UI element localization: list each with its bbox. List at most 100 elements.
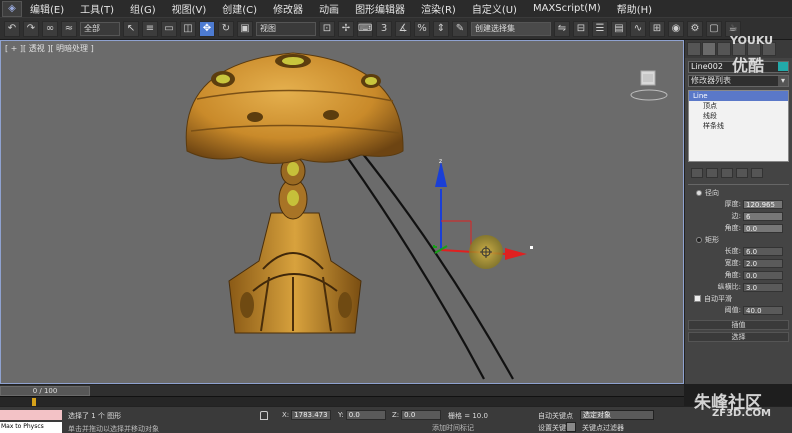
undo-icon[interactable]: ↶ <box>4 20 20 37</box>
modifier-stack: Line 顶点 线段 样条线 <box>688 90 789 162</box>
layer-manager-icon[interactable]: ☰ <box>592 20 608 37</box>
selection-rollout[interactable]: 选择 <box>688 332 789 342</box>
track-bar[interactable] <box>0 396 684 406</box>
autosmooth-option[interactable]: 自动平滑 <box>688 293 789 304</box>
render-setup-icon[interactable]: ⚙ <box>687 20 703 37</box>
object-color-swatch[interactable] <box>778 62 788 71</box>
threshold-spinner[interactable]: 40.0 <box>743 305 783 315</box>
menu-customize[interactable]: 自定义(U) <box>464 1 525 16</box>
edit-named-selection-icon[interactable]: ✎ <box>452 20 468 37</box>
radial-radio[interactable] <box>696 189 702 196</box>
stack-toolbar <box>685 162 792 184</box>
mirror-icon[interactable]: ⇋ <box>554 20 570 37</box>
time-slider[interactable]: 0 / 100 <box>0 384 684 396</box>
thickness-spinner[interactable]: 120.965 <box>743 199 783 209</box>
perspective-viewport[interactable]: z [ + ][ 透视 ][ 明暗处理 ] <box>0 40 684 384</box>
autosmooth-checkbox[interactable] <box>694 295 701 302</box>
window-crossing-icon[interactable]: ◫ <box>180 20 196 37</box>
make-unique-icon[interactable] <box>721 168 733 178</box>
interpolation-rollout[interactable]: 插值 <box>688 320 789 330</box>
rectangular-radio[interactable] <box>696 236 702 243</box>
redo-icon[interactable]: ↷ <box>23 20 39 37</box>
stack-item-spline[interactable]: 样条线 <box>689 121 788 131</box>
show-end-result-icon[interactable] <box>706 168 718 178</box>
set-key-icon[interactable] <box>566 422 576 432</box>
stack-item-segment[interactable]: 线段 <box>689 111 788 121</box>
stack-item-vertex[interactable]: 顶点 <box>689 101 788 111</box>
unlink-icon[interactable]: ≈ <box>61 20 77 37</box>
menu-edit[interactable]: 编辑(E) <box>22 1 72 16</box>
z-field[interactable]: 0.0 <box>401 410 442 420</box>
pivot-center-icon[interactable]: ⊡ <box>319 20 335 37</box>
menu-modifiers[interactable]: 修改器 <box>265 1 311 16</box>
add-time-tag[interactable]: 添加时间标记 <box>432 423 474 433</box>
maxscript-listener-mini[interactable] <box>0 410 62 420</box>
modify-tab-icon[interactable] <box>702 42 716 56</box>
radial-angle-spinner[interactable]: 0.0 <box>743 223 783 233</box>
x-field[interactable]: 1783.473 <box>291 410 332 420</box>
menu-maxscript[interactable]: MAXScript(M) <box>525 3 609 14</box>
select-rotate-icon[interactable]: ↻ <box>218 20 234 37</box>
curve-editor-icon[interactable]: ∿ <box>630 20 646 37</box>
link-icon[interactable]: ∞ <box>42 20 58 37</box>
key-filters-button[interactable]: 关键点过滤器 <box>582 423 624 433</box>
y-label: Y: <box>338 411 344 419</box>
sides-spinner[interactable]: 6 <box>743 211 783 221</box>
menu-help[interactable]: 帮助(H) <box>609 1 660 16</box>
keyframe-marker[interactable] <box>32 398 36 406</box>
modifier-list-dropdown[interactable]: 修改器列表 ▾ <box>688 75 789 87</box>
menu-graph-editors[interactable]: 图形编辑器 <box>347 1 413 16</box>
z-label: Z: <box>392 411 400 419</box>
selection-filter-dropdown[interactable]: 全部 <box>80 21 120 36</box>
percent-snap-icon[interactable]: % <box>414 20 430 37</box>
ref-coord-dropdown[interactable]: 视图 <box>256 21 316 36</box>
rectangular-option[interactable]: 矩形 <box>688 234 789 245</box>
menu-views[interactable]: 视图(V) <box>164 1 215 16</box>
auto-key-button[interactable]: 自动关键点 <box>538 411 573 421</box>
select-by-name-icon[interactable]: ≡ <box>142 20 158 37</box>
app-logo-icon[interactable]: ◈ <box>2 0 22 17</box>
lock-selection-icon[interactable] <box>260 411 268 420</box>
prompt-line: 单击并拖动以选择并移动对象 <box>68 425 159 433</box>
select-scale-icon[interactable]: ▣ <box>237 20 253 37</box>
svg-text:z: z <box>439 158 442 165</box>
menu-rendering[interactable]: 渲染(R) <box>413 1 464 16</box>
rendering-rollout: 径向 厚度: 120.965 边: 6 角度: 0.0 矩形 长度: 6.0 宽… <box>688 184 789 318</box>
viewport-label[interactable]: [ + ][ 透视 ][ 明暗处理 ] <box>5 43 94 54</box>
render-frame-icon[interactable]: ▢ <box>706 20 722 37</box>
stack-item-line[interactable]: Line <box>689 91 788 101</box>
time-slider-thumb[interactable]: 0 / 100 <box>0 386 90 396</box>
remove-modifier-icon[interactable] <box>736 168 748 178</box>
angle-snap-icon[interactable]: ∡ <box>395 20 411 37</box>
select-object-icon[interactable]: ↖ <box>123 20 139 37</box>
keyboard-shortcut-icon[interactable]: ⌨ <box>357 20 373 37</box>
configure-sets-icon[interactable] <box>751 168 763 178</box>
viewcube-icon[interactable] <box>629 65 669 105</box>
named-selection-set-dropdown[interactable]: 创建选择集 <box>471 21 551 36</box>
width-spinner[interactable]: 2.0 <box>743 258 783 268</box>
maxscript-input[interactable]: Max to Physcs <box>0 422 62 433</box>
rect-selection-icon[interactable]: ▭ <box>161 20 177 37</box>
align-icon[interactable]: ⊟ <box>573 20 589 37</box>
menu-group[interactable]: 组(G) <box>122 1 164 16</box>
manipulate-icon[interactable]: ✢ <box>338 20 354 37</box>
menu-animation[interactable]: 动画 <box>311 1 347 16</box>
select-move-icon[interactable]: ✥ <box>199 20 215 37</box>
snap-toggle-icon[interactable]: 3 <box>376 20 392 37</box>
y-field[interactable]: 0.0 <box>345 410 386 420</box>
length-spinner[interactable]: 6.0 <box>743 246 783 256</box>
menu-create[interactable]: 创建(C) <box>214 1 265 16</box>
pin-stack-icon[interactable] <box>691 168 703 178</box>
menu-tools[interactable]: 工具(T) <box>72 1 122 16</box>
radial-option[interactable]: 径向 <box>688 187 789 198</box>
key-filter-dropdown[interactable]: 选定对象 <box>580 410 654 420</box>
graphite-icon[interactable]: ▤ <box>611 20 627 37</box>
spinner-snap-icon[interactable]: ⇕ <box>433 20 449 37</box>
aspect-spinner[interactable]: 3.0 <box>743 282 783 292</box>
spline-line-1 <box>344 153 485 380</box>
hierarchy-tab-icon[interactable] <box>717 42 731 56</box>
material-editor-icon[interactable]: ◉ <box>668 20 684 37</box>
schematic-view-icon[interactable]: ⊞ <box>649 20 665 37</box>
create-tab-icon[interactable] <box>687 42 701 56</box>
rect-angle-spinner[interactable]: 0.0 <box>743 270 783 280</box>
